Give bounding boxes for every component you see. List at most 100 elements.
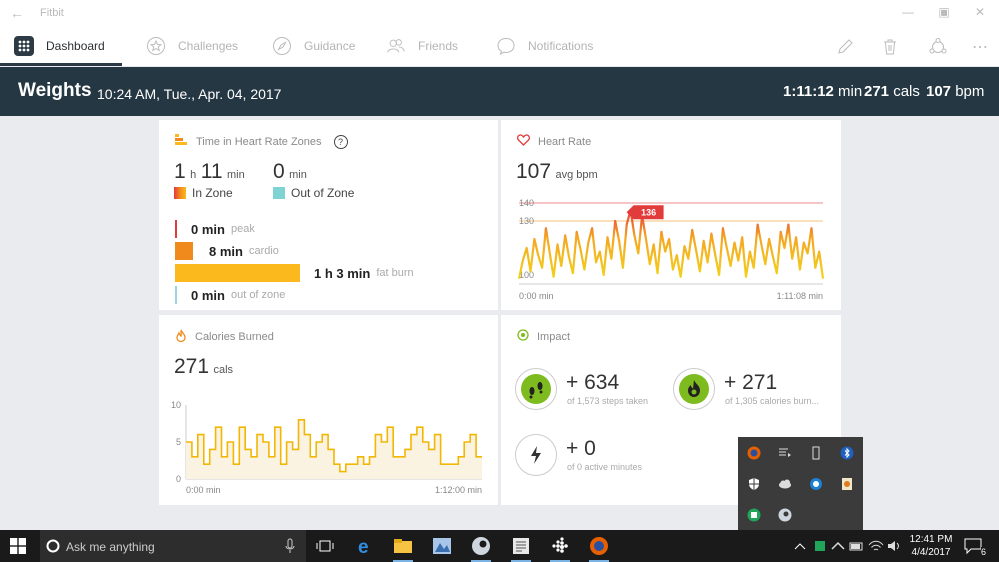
compass-icon <box>272 36 292 56</box>
tab-dashboard-label: Dashboard <box>46 39 105 53</box>
active-circle <box>515 434 557 476</box>
steps-impact-sub: of 1,573 steps taken <box>567 396 649 406</box>
share-icon[interactable] <box>927 36 949 58</box>
exercise-datetime: 10:24 AM, Tue., Apr. 04, 2017 <box>97 86 282 102</box>
minutes-unit: min <box>226 169 245 181</box>
out-zone-label: Out of Zone <box>291 186 355 200</box>
cloud-sync-tray-icon[interactable] <box>777 476 793 492</box>
hr-y-tick-label: 130 <box>519 216 534 226</box>
trash-icon[interactable] <box>879 36 901 58</box>
calories-impact-value: + 271 <box>724 371 778 394</box>
tab-challenges[interactable]: Challenges <box>146 26 238 66</box>
firefox-browser-icon[interactable] <box>587 535 611 562</box>
news-app-icon[interactable] <box>509 535 533 562</box>
app-title: Fitbit <box>40 7 64 19</box>
defender-tray-icon[interactable] <box>746 476 762 492</box>
in-zone-total: 1 h 11 min <box>174 160 245 184</box>
calories-chart: 10 5 0 0:00 min 1:12:00 min <box>171 400 482 495</box>
maximize-icon[interactable]: ▣ <box>934 5 954 19</box>
heart-rate-card[interactable]: Heart Rate 107 avg bpm 140 130 100 136 0:00 … <box>501 120 841 310</box>
calories-stat: 271 cals <box>864 83 920 100</box>
nav-bar: Dashboard Challenges Guidance Friends No… <box>0 26 999 66</box>
cal-x-start-label: 0:00 min <box>186 485 221 495</box>
cardio-zone-label: cardio <box>248 245 279 257</box>
zones-bars-icon <box>175 134 188 149</box>
cardio-zone-bar <box>175 242 193 260</box>
calories-unit: cals <box>893 83 920 100</box>
volume-icon[interactable] <box>882 535 906 557</box>
calories-total: 271 cals <box>174 355 233 379</box>
fat-burn-zone-label: fat burn <box>376 267 414 279</box>
bluetooth-tray-icon[interactable] <box>839 445 855 461</box>
tab-guidance[interactable]: Guidance <box>272 26 355 66</box>
flame-icon <box>175 329 187 345</box>
cal-y-tick-label: 5 <box>176 437 181 447</box>
tab-guidance-label: Guidance <box>304 39 356 53</box>
impact-card-title: Impact <box>517 329 570 344</box>
in-zone-swatch <box>174 187 186 199</box>
fitbit-app-icon[interactable] <box>548 535 572 562</box>
zones-card[interactable]: Time in Heart Rate Zones ? 1 h 11 min In… <box>159 120 498 310</box>
in-zone-label: In Zone <box>192 186 233 200</box>
cortana-search-box[interactable]: Ask me anything <box>40 530 306 562</box>
tab-friends[interactable]: Friends <box>386 26 458 66</box>
calories-total-unit: cals <box>213 364 234 376</box>
edge-browser-icon[interactable]: e <box>353 535 377 557</box>
edit-pencil-icon[interactable] <box>834 36 856 58</box>
firefox-tray-icon[interactable] <box>746 445 762 461</box>
out-of-zone-bar <box>175 286 177 304</box>
usb-drive-tray-icon[interactable] <box>808 445 824 461</box>
tab-dashboard[interactable]: Dashboard <box>0 26 122 66</box>
microphone-icon[interactable] <box>285 538 295 559</box>
file-explorer-icon[interactable] <box>391 535 415 562</box>
duration-unit: min <box>838 83 863 100</box>
window-titlebar: ← Fitbit — ▣ ✕ <box>0 0 999 26</box>
cardio-zone-value: 8 min <box>209 243 243 259</box>
hours-unit: h <box>190 169 197 181</box>
image-app-icon[interactable] <box>430 535 454 557</box>
action-center-icon[interactable]: 6 <box>962 535 986 557</box>
heart-icon <box>517 134 530 149</box>
fat-burn-zone-bar <box>175 264 300 282</box>
close-icon[interactable]: ✕ <box>970 5 990 19</box>
hr-y-tick-label: 140 <box>519 198 534 208</box>
out-zone-swatch <box>273 187 285 199</box>
media-tray-icon[interactable] <box>777 445 793 461</box>
steam-app-icon[interactable] <box>469 535 493 562</box>
friends-icon <box>386 36 406 56</box>
windows-start-icon[interactable] <box>6 535 30 557</box>
speech-bubble-icon <box>496 36 516 56</box>
svg-text:e: e <box>358 537 369 556</box>
help-icon[interactable]: ? <box>333 134 348 149</box>
calories-card[interactable]: Calories Burned 271 cals 10 5 0 0:00 min 1:1… <box>159 315 498 505</box>
peak-zone-bar <box>175 220 177 238</box>
app-tray-icon[interactable] <box>839 476 855 492</box>
system-clock[interactable]: 12:41 PM 4/4/2017 <box>905 533 957 559</box>
calories-title-text: Calories Burned <box>195 331 274 343</box>
zones-card-title: Time in Heart Rate Zones ? <box>175 134 348 149</box>
calories-impact-sub: of 1,305 calories burn... <box>725 396 820 406</box>
more-options-icon[interactable]: ⋯ <box>969 36 991 58</box>
bpm-stat: 107 bpm <box>926 83 984 100</box>
back-arrow-icon[interactable]: ← <box>10 5 24 21</box>
clock-time: 12:41 PM <box>909 534 953 545</box>
in-zone-minutes: 11 <box>200 160 223 183</box>
duration-value: 1:11:12 <box>783 83 834 100</box>
out-of-zone-label: out of zone <box>230 289 286 301</box>
heart-rate-avg-unit: avg bpm <box>555 169 598 181</box>
out-zone-total: 0 min <box>273 160 307 184</box>
heart-rate-card-title: Heart Rate <box>517 134 591 149</box>
green-app-tray-icon[interactable] <box>746 507 762 523</box>
minimize-icon[interactable]: — <box>898 5 918 19</box>
zones-title-text: Time in Heart Rate Zones <box>196 135 322 148</box>
in-zone-hours: 1 <box>174 160 186 183</box>
zone-row-cardio: 8 min cardio <box>175 242 279 260</box>
onedrive-tray-icon[interactable] <box>808 476 824 492</box>
tab-notifications[interactable]: Notifications <box>496 26 593 66</box>
task-view-icon[interactable] <box>313 535 337 557</box>
flame-badge-icon <box>679 374 709 404</box>
steam-tray-icon[interactable] <box>777 507 793 523</box>
calories-total-value: 271 <box>174 355 210 378</box>
active-impact-value: + 0 <box>566 437 596 460</box>
hr-x-end-label: 1:11:08 min <box>777 291 823 301</box>
